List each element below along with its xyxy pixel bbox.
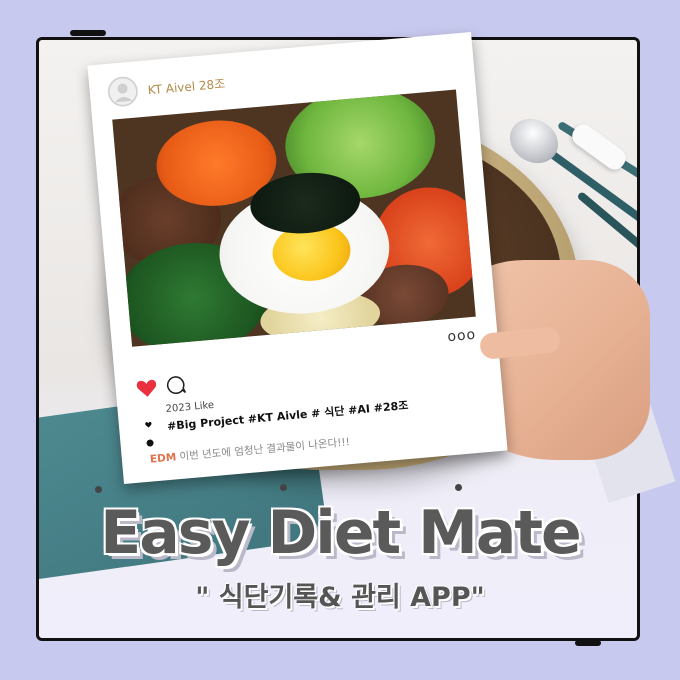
app-title: Easy Diet Mate (100, 498, 581, 568)
more-icon[interactable]: ooo (447, 327, 477, 345)
decor-dot-2 (280, 484, 287, 491)
small-heart-icon (145, 421, 152, 428)
like-count: 2023 Like (165, 399, 215, 416)
post-caption: EDM 이번 년도에 엄청난 결과물이 나온다!!! (149, 434, 350, 466)
decor-dash-bottom (575, 640, 601, 646)
post-photo (112, 89, 476, 347)
caption-tag[interactable]: EDM (149, 451, 176, 465)
decor-dot-1 (95, 486, 102, 493)
app-subtitle: " 식단기록& 관리 APP" (195, 582, 485, 613)
decor-dot-3 (455, 484, 462, 491)
comment-icon[interactable] (165, 374, 187, 396)
post-username[interactable]: KT Aivel 28조 (147, 75, 226, 99)
instagram-post-card: KT Aivel 28조 ooo 2023 Like #Big Project … (87, 32, 508, 484)
utensil-rest (568, 120, 630, 174)
caption-text: 이번 년도에 엄청난 결과물이 나온다!!! (175, 436, 351, 464)
bullet-dot (146, 439, 154, 447)
heart-icon[interactable] (135, 377, 159, 399)
avatar-icon[interactable] (106, 75, 140, 108)
decor-dash-top (70, 30, 106, 36)
